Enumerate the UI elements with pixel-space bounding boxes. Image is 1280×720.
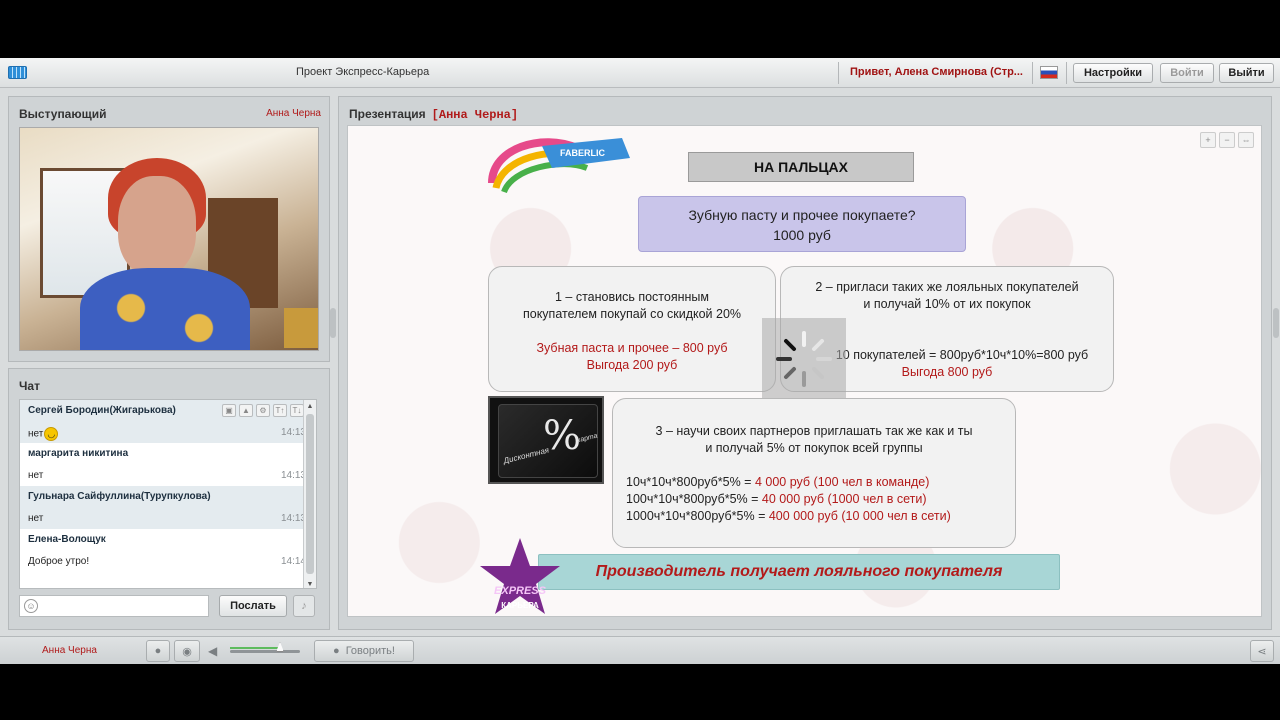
chat-text: Доброе утро!	[28, 556, 90, 567]
font-larger-icon[interactable]: T↑	[273, 404, 287, 417]
step-1-benefit: Выгода 200 руб	[586, 358, 678, 372]
chat-text: нет	[28, 428, 44, 440]
discount-card-image: % Дисконтная карта	[488, 396, 604, 484]
speaker-icon: ◀	[208, 644, 218, 658]
chat-text-input[interactable]	[42, 598, 202, 614]
app-grid-icon[interactable]	[8, 66, 27, 79]
talk-label: Говорить!	[345, 645, 395, 657]
career-logo-text: КАРЬЕРА	[501, 601, 539, 610]
video-object	[284, 308, 318, 348]
bell-icon[interactable]: ♪	[293, 595, 315, 617]
chat-message: нет ◡ 14:13	[20, 422, 316, 443]
slide-canvas[interactable]: + − ⇔ FABERLIC НА ПАЛЬЦАХ Зубную пасту и…	[347, 125, 1262, 617]
calc-row: 1000ч*10ч*800руб*5% = 400 000 руб (10 00…	[626, 509, 951, 523]
chat-text: нет	[28, 513, 44, 524]
video-person-face	[118, 176, 196, 276]
step-3-line1: 3 – научи своих партнеров приглашать так…	[655, 424, 973, 438]
volume-slider[interactable]	[230, 650, 300, 653]
chat-message: Доброе утро! 14:14	[20, 551, 316, 572]
speaker-panel: Выступающий Анна Черна	[8, 96, 330, 362]
login-button[interactable]: Войти	[1160, 63, 1214, 83]
chat-author: маргарита никитина	[20, 443, 316, 465]
question-box: Зубную пасту и прочее покупаете? 1000 ру…	[638, 196, 966, 252]
loading-overlay	[762, 318, 846, 400]
font-smaller-icon[interactable]: T↓	[290, 404, 304, 417]
slide-banner: Производитель получает лояльного покупат…	[538, 554, 1060, 590]
logo-text: FABERLIC	[560, 148, 606, 158]
settings-icon[interactable]: ⚙	[256, 404, 270, 417]
chat-message: нет 14:13	[20, 508, 316, 529]
speaker-name: Анна Черна	[266, 108, 321, 119]
share-icon[interactable]: ⋖	[1250, 640, 1274, 662]
smile-icon: ◡	[44, 427, 59, 441]
step-1-box: 1 – становись постоянным покупателем пок…	[488, 266, 776, 392]
calc-row: 100ч*10ч*800руб*5% = 40 000 руб (1000 че…	[626, 492, 927, 506]
presentation-title: Презентация	[349, 107, 426, 121]
bottom-bar: Анна Черна ● ◉ ◀ ● Говорить! ⋖	[0, 636, 1280, 664]
right-panel-collapse-handle[interactable]	[1273, 308, 1279, 338]
video-person-body	[80, 268, 250, 350]
microphone-icon[interactable]: ●	[146, 640, 170, 662]
current-speaker-name: Анна Черна	[42, 645, 97, 656]
chat-message: нет 14:13	[20, 465, 316, 486]
user-icon[interactable]: ▲	[239, 404, 253, 417]
chat-toolbar: ▣ ▲ ⚙ T↑ T↓	[222, 404, 304, 417]
scroll-up-icon[interactable]: ▲	[304, 400, 316, 412]
chat-scrollbar[interactable]: ▲ ▼	[303, 400, 316, 588]
settings-button[interactable]: Настройки	[1073, 63, 1153, 83]
chat-author: Гульнара Сайфуллина(Турупкулова)	[20, 486, 316, 508]
loading-spinner-icon	[776, 331, 832, 387]
step-3-box: 3 – научи своих партнеров приглашать так…	[612, 398, 1016, 548]
zoom-out-icon[interactable]: −	[1219, 132, 1235, 148]
scroll-thumb[interactable]	[306, 414, 314, 574]
user-greeting: Привет, Алена Смирнова (Стр...	[850, 66, 1023, 78]
zoom-in-icon[interactable]: +	[1200, 132, 1216, 148]
volume-level	[230, 647, 280, 649]
discount-card: % Дисконтная карта	[498, 404, 598, 478]
left-panel-collapse-handle[interactable]	[330, 308, 336, 338]
divider	[1066, 62, 1067, 84]
talk-icon: ●	[333, 645, 340, 657]
app-window: Проект Экспресс-Карьера Привет, Алена См…	[0, 58, 1280, 664]
webcam-icon[interactable]: ◉	[174, 640, 200, 662]
chat-panel: Чат ▣ ▲ ⚙ T↑ T↓ Сергей Бородин(Жигарьков…	[8, 368, 330, 630]
express-logo-text: EXPRESS	[494, 585, 547, 597]
chat-input-field[interactable]: ☺	[19, 595, 209, 617]
step-2-line1: 2 – пригласи таких же лояльных покупател…	[815, 280, 1079, 294]
app-title: Проект Экспресс-Карьера	[296, 66, 430, 78]
image-icon[interactable]: ▣	[222, 404, 236, 417]
presentation-header: Презентация [Анна Черна]	[349, 107, 518, 122]
step-1-line2: покупателем покупай со скидкой 20%	[522, 307, 742, 321]
company-logo: FABERLIC	[488, 138, 630, 194]
emoji-picker-icon[interactable]: ☺	[24, 599, 38, 613]
step-2-line2: и получай 10% от их покупок	[863, 297, 1031, 311]
card-label: Дисконтная	[502, 445, 550, 466]
calc-row: 10ч*10ч*800руб*5% = 4 000 руб (100 чел в…	[626, 475, 930, 489]
slide-header: НА ПАЛЬЦАХ	[688, 152, 914, 182]
step-3-line2: и получай 5% от покупок всей группы	[705, 441, 923, 455]
chat-author: Елена-Волощук	[20, 529, 316, 551]
express-career-logo: EXPRESS КАРЬЕРА	[480, 538, 560, 614]
step-1-price: Зубная паста и прочее – 800 руб	[536, 341, 728, 355]
logout-button[interactable]: Выйти	[1219, 63, 1274, 83]
step-3-calc-list: 10ч*10ч*800руб*5% = 4 000 руб (100 чел в…	[613, 474, 1015, 525]
russian-flag-icon[interactable]	[1040, 66, 1058, 79]
question-line: Зубную пасту и прочее покупаете?	[688, 207, 916, 223]
talk-button[interactable]: ● Говорить!	[314, 640, 414, 662]
question-price: 1000 руб	[773, 227, 831, 243]
chat-text: нет	[28, 470, 44, 481]
divider	[838, 62, 839, 84]
chat-messages[interactable]: ▣ ▲ ⚙ T↑ T↓ Сергей Бородин(Жигарькова) н…	[19, 399, 317, 589]
scroll-down-icon[interactable]: ▼	[304, 578, 316, 588]
speaker-video	[19, 127, 319, 351]
chat-panel-title: Чат	[19, 379, 40, 393]
speaker-panel-title: Выступающий	[19, 107, 107, 121]
presentation-panel: Презентация [Анна Черна] + − ⇔ FABERLIC Н…	[338, 96, 1272, 630]
step-1-line1: 1 – становись постоянным	[554, 290, 709, 304]
fit-icon[interactable]: ⇔	[1238, 132, 1254, 148]
send-button[interactable]: Послать	[219, 595, 287, 617]
top-bar: Проект Экспресс-Карьера Привет, Алена См…	[0, 58, 1280, 88]
presenter-name: [Анна Черна]	[431, 108, 519, 122]
divider	[1032, 62, 1033, 84]
